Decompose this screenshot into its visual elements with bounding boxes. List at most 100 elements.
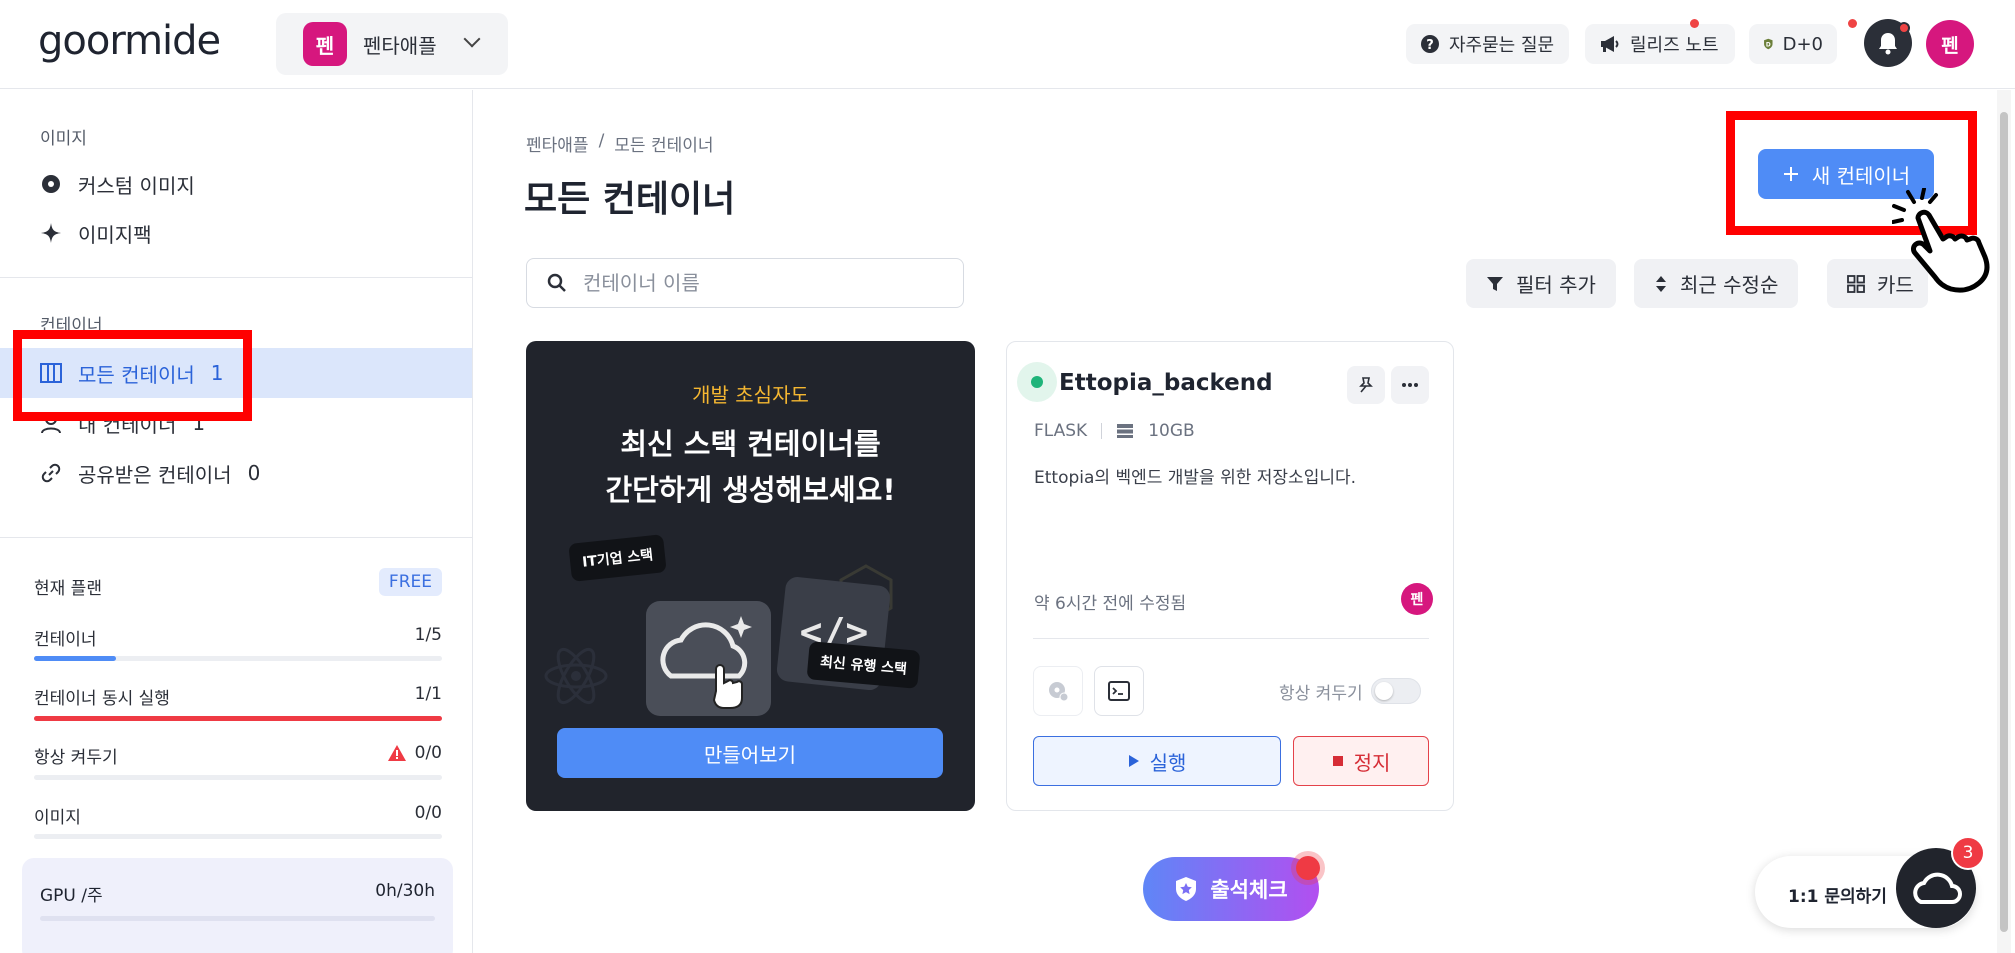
search-icon (547, 273, 566, 292)
sort-button[interactable]: 최근 수정순 (1634, 259, 1799, 308)
filter-button[interactable]: 필터 추가 (1466, 259, 1616, 308)
notification-dot (1690, 19, 1699, 28)
pin-icon (1359, 377, 1373, 393)
plan-row-label: 컨테이너 (34, 630, 97, 650)
always-on-label: 항상 켜두기 (1279, 683, 1363, 704)
divider (0, 537, 472, 538)
progress-fill (34, 716, 442, 721)
last-edited: 약 6시간 전에 수정됨 (1034, 594, 1187, 614)
plan-row-containers: 컨테이너 1/5 (34, 625, 442, 650)
goormide-logo[interactable]: goormide (38, 18, 221, 64)
plan-row-always-on: 항상 켜두기 0/0 (34, 743, 442, 768)
progress-fill (34, 656, 116, 661)
terminal-button[interactable] (1094, 666, 1144, 716)
disc-add-icon (1049, 682, 1069, 702)
section-title-images: 이미지 (40, 129, 87, 149)
pin-button[interactable] (1347, 366, 1385, 404)
attendance-check-button[interactable]: 출석체크 (1143, 857, 1319, 921)
promo-title: 최신 스택 컨테이너를 간단하게 생성해보세요! (526, 421, 975, 513)
filter-label: 필터 추가 (1516, 273, 1596, 297)
progress-bar (34, 656, 442, 661)
terminal-icon (1108, 681, 1130, 701)
plan-row-value: 1/1 (414, 684, 442, 704)
storage-label: 10GB (1148, 421, 1195, 441)
running-status-indicator (1017, 362, 1057, 402)
cloud-icon (1913, 872, 1962, 904)
plan-row-label: 컨테이너 동시 실행 (34, 689, 170, 709)
more-options-button[interactable] (1391, 366, 1429, 404)
progress-bar (34, 834, 442, 839)
sort-label: 최근 수정순 (1680, 273, 1779, 297)
link-icon (41, 463, 61, 483)
progress-bar (40, 916, 435, 921)
notification-dot (1296, 856, 1320, 880)
sidebar-item-image-pack[interactable]: 이미지팩 (0, 208, 472, 258)
release-notes-label: 릴리즈 노트 (1630, 35, 1719, 56)
sparkle-icon (41, 223, 61, 243)
stop-button[interactable]: 정지 (1293, 736, 1429, 786)
sidebar-item-custom-image[interactable]: 커스텀 이미지 (0, 159, 472, 209)
progress-bar (34, 716, 442, 721)
play-icon (1128, 755, 1139, 767)
sidebar: 이미지 커스텀 이미지 이미지팩 컨테이너 모든 컨테이너 1 내 컨테이너 1… (0, 90, 473, 953)
always-on-toggle-wrap: 항상 켜두기 (1279, 678, 1421, 704)
grid-icon (1847, 274, 1865, 293)
react-icon (544, 647, 608, 705)
scrollbar-thumb[interactable] (2000, 112, 2008, 932)
warning-icon (387, 745, 406, 761)
notification-dot (1898, 22, 1910, 34)
container-search[interactable] (526, 258, 964, 308)
more-icon (1402, 383, 1418, 387)
container-name[interactable]: Ettopia_backend (1059, 370, 1273, 396)
stop-icon (1332, 756, 1343, 766)
plan-row-value: 0/0 (414, 743, 442, 763)
promo-tag: 개발 초심자도 (692, 383, 809, 407)
megaphone-icon (1601, 36, 1619, 52)
search-input[interactable] (583, 271, 943, 295)
disc-icon (42, 175, 60, 193)
notification-dot (1848, 19, 1857, 28)
page-scrollbar[interactable] (1997, 90, 2011, 953)
plan-row-label: 이미지 (34, 808, 81, 828)
chevron-down-icon (463, 30, 481, 48)
breadcrumb-separator: / (598, 131, 605, 151)
run-label: 실행 (1149, 750, 1187, 775)
promo-title-line: 최신 스택 컨테이너를 (620, 427, 881, 461)
always-on-toggle[interactable] (1370, 678, 1421, 704)
dday-badge[interactable]: D D+0 (1749, 24, 1837, 64)
shield-icon: D (1764, 38, 1773, 50)
image-save-button[interactable] (1033, 666, 1083, 716)
plan-row-label: 항상 켜두기 (34, 748, 118, 768)
run-button[interactable]: 실행 (1033, 736, 1281, 786)
plan-header: 현재 플랜 FREE (34, 568, 442, 599)
question-circle-icon: ? (1421, 35, 1439, 53)
hand-cursor-icon (1892, 188, 1990, 293)
container-card[interactable]: Ettopia_backend FLASK 10GB Ettopia의 벡엔드 … (1006, 341, 1454, 811)
page-title: 모든 컨테이너 (524, 179, 736, 220)
plan-row-images: 이미지 0/0 (34, 803, 442, 828)
stop-label: 정지 (1353, 750, 1391, 775)
sidebar-item-shared-containers[interactable]: 공유받은 컨테이너 0 (0, 448, 472, 498)
breadcrumb-current: 모든 컨테이너 (614, 136, 714, 156)
user-avatar[interactable]: 펜 (1926, 20, 1974, 68)
sidebar-item-label: 커스텀 이미지 (78, 173, 195, 198)
promo-card: 개발 초심자도 최신 스택 컨테이너를 간단하게 생성해보세요! </> IT기… (526, 341, 975, 811)
plan-row-value-wrap: 0/0 (387, 743, 442, 763)
project-switcher[interactable]: 펜 펜타애플 (276, 13, 508, 75)
owner-avatar: 펜 (1401, 583, 1433, 615)
progress-bar (34, 775, 442, 780)
breadcrumb: 펜타애플 / 모든 컨테이너 (526, 131, 714, 156)
project-name: 펜타애플 (363, 33, 437, 58)
storage-icon (1117, 424, 1134, 438)
divider (0, 277, 472, 278)
highlight-box (13, 330, 252, 421)
gpu-label: GPU /주 (40, 886, 103, 906)
project-badge: 펜 (303, 22, 347, 66)
release-notes-button[interactable]: 릴리즈 노트 (1585, 24, 1735, 64)
gpu-value: 0h/30h (375, 881, 435, 901)
bell-icon (1879, 33, 1897, 55)
faq-button[interactable]: ? 자주묻는 질문 (1406, 24, 1569, 64)
create-now-button[interactable]: 만들어보기 (557, 728, 943, 778)
sidebar-item-count: 0 (247, 461, 261, 485)
breadcrumb-project[interactable]: 펜타애플 (526, 131, 589, 156)
